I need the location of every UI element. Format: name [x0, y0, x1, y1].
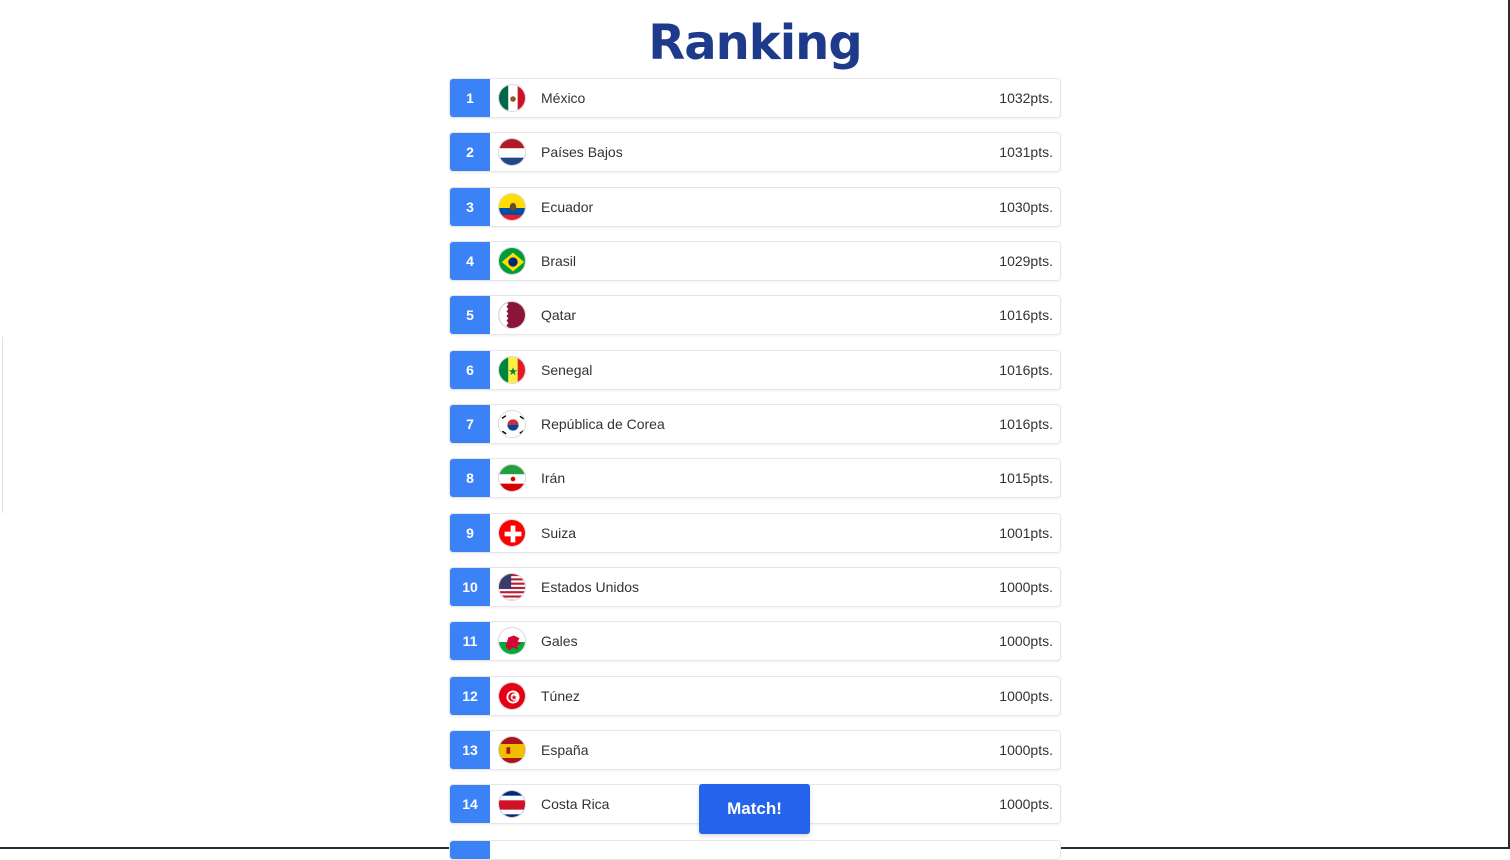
rank-badge: 13	[450, 731, 490, 769]
country-name: Estados Unidos	[541, 568, 639, 606]
ranking-row: 2 Países Bajos 1031pts.	[449, 132, 1061, 172]
ranking-row: 5 Qatar 1016pts.	[449, 295, 1061, 335]
country-points: 1000pts.	[999, 731, 1053, 769]
rank-badge: 9	[450, 514, 490, 552]
ecuador-flag-icon	[498, 193, 526, 221]
costa-rica-flag-icon	[498, 790, 526, 818]
usa-flag-icon	[498, 573, 526, 601]
country-points: 1000pts.	[999, 785, 1053, 823]
ranking-row: 10 Estados Unidos 1000pts.	[449, 567, 1061, 607]
page-title: Ranking	[0, 12, 1510, 74]
country-name: Gales	[541, 622, 578, 660]
ranking-row: 3 Ecuador 1030pts.	[449, 187, 1061, 227]
left-edge-panel	[0, 337, 3, 513]
country-name: Brasil	[541, 242, 576, 280]
country-name: España	[541, 731, 588, 769]
list-item-partial	[449, 840, 1061, 860]
rank-badge: 1	[450, 79, 490, 117]
country-name: Costa Rica	[541, 785, 609, 823]
country-points: 1030pts.	[999, 188, 1053, 226]
qatar-flag-icon	[498, 301, 526, 329]
ranking-row: 9 Suiza 1001pts.	[449, 513, 1061, 553]
rank-badge: 11	[450, 622, 490, 660]
tunisia-flag-icon	[498, 682, 526, 710]
country-points: 1016pts.	[999, 351, 1053, 389]
country-name: Qatar	[541, 296, 576, 334]
wales-flag-icon	[498, 627, 526, 655]
rank-badge: 4	[450, 242, 490, 280]
country-points: 1000pts.	[999, 568, 1053, 606]
south-korea-flag-icon	[498, 410, 526, 438]
rank-badge: 3	[450, 188, 490, 226]
country-name: Irán	[541, 459, 565, 497]
ranking-row: 6 Senegal 1016pts.	[449, 350, 1061, 390]
country-points: 1029pts.	[999, 242, 1053, 280]
ranking-row: 12 Túnez 1000pts.	[449, 676, 1061, 716]
iran-flag-icon	[498, 464, 526, 492]
country-points: 1032pts.	[999, 79, 1053, 117]
rank-badge: 10	[450, 568, 490, 606]
country-points: 1015pts.	[999, 459, 1053, 497]
ranking-row: 8 Irán 1015pts.	[449, 458, 1061, 498]
country-points: 1031pts.	[999, 133, 1053, 171]
country-points: 1000pts.	[999, 677, 1053, 715]
country-points: 1001pts.	[999, 514, 1053, 552]
country-name: Senegal	[541, 351, 592, 389]
senegal-flag-icon	[498, 356, 526, 384]
ranking-list: 1 México 1032pts. 2 Países Bajos 1031pts. 3 Ecu…	[449, 78, 1061, 839]
mexico-flag-icon	[498, 84, 526, 112]
country-points: 1016pts.	[999, 296, 1053, 334]
match-button[interactable]: Match!	[699, 784, 810, 834]
brazil-flag-icon	[498, 247, 526, 275]
country-name: Países Bajos	[541, 133, 623, 171]
rank-badge: 7	[450, 405, 490, 443]
ranking-row: 7 República de Corea 1016pts.	[449, 404, 1061, 444]
country-name: Ecuador	[541, 188, 593, 226]
rank-badge	[450, 841, 490, 860]
rank-badge: 5	[450, 296, 490, 334]
netherlands-flag-icon	[498, 138, 526, 166]
country-points: 1000pts.	[999, 622, 1053, 660]
country-name: Túnez	[541, 677, 580, 715]
country-name: República de Corea	[541, 405, 665, 443]
ranking-row: 11 Gales 1000pts.	[449, 621, 1061, 661]
ranking-row: 1 México 1032pts.	[449, 78, 1061, 118]
country-points: 1016pts.	[999, 405, 1053, 443]
rank-badge: 12	[450, 677, 490, 715]
rank-badge: 2	[450, 133, 490, 171]
country-name: Suiza	[541, 514, 576, 552]
rank-badge: 14	[450, 785, 490, 823]
spain-flag-icon	[498, 736, 526, 764]
rank-badge: 8	[450, 459, 490, 497]
ranking-row: 13 España 1000pts.	[449, 730, 1061, 770]
country-name: México	[541, 79, 585, 117]
rank-badge: 6	[450, 351, 490, 389]
switzerland-flag-icon	[498, 519, 526, 547]
ranking-row: 4 Brasil 1029pts.	[449, 241, 1061, 281]
